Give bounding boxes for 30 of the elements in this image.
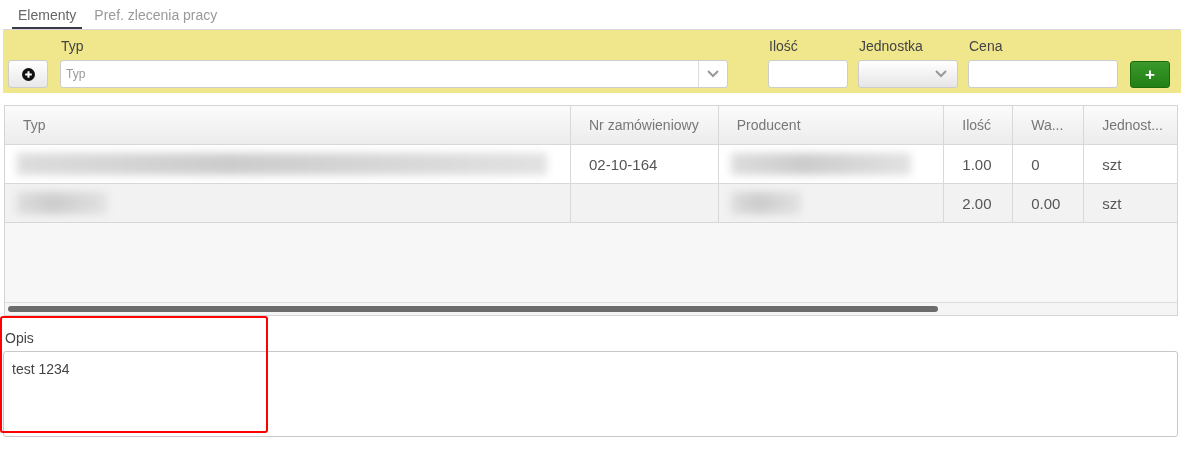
table-cell: 0 xyxy=(1031,155,1040,173)
field-label: Typ xyxy=(60,38,85,54)
table-cell: szt xyxy=(1102,194,1122,212)
field-label: Ilość xyxy=(768,38,799,54)
add-button[interactable]: + xyxy=(1130,61,1170,88)
unit-dropdown[interactable] xyxy=(858,60,958,88)
add-row-button[interactable] xyxy=(8,60,48,88)
scrollbar-thumb[interactable] xyxy=(8,306,938,312)
tab[interactable]: Pref. zlecenia pracy xyxy=(88,5,224,29)
column-header[interactable]: Wa... xyxy=(1013,106,1085,144)
column-header[interactable]: Typ xyxy=(5,106,571,144)
column-header[interactable]: Ilość xyxy=(944,106,1014,144)
table-cell: 2.00 xyxy=(962,194,992,212)
column-header[interactable]: Producent xyxy=(718,106,945,144)
chevron-down-icon xyxy=(935,70,947,78)
column-header[interactable]: Nr zamówieniowy xyxy=(570,106,719,144)
field-label: Cena xyxy=(968,38,1004,54)
chevron-down-icon xyxy=(707,70,719,78)
description-field[interactable]: test 1234 xyxy=(3,351,1178,437)
table-cell: 02-10-164 xyxy=(588,155,658,173)
table-cell: 0.00 xyxy=(1031,194,1061,212)
plus-circle-icon xyxy=(21,67,35,81)
column-header[interactable]: Jednost... xyxy=(1084,106,1177,144)
field-label: Jednostka xyxy=(858,38,924,54)
field-label: Opis xyxy=(4,330,35,348)
type-combo-field[interactable]: Typ xyxy=(60,60,728,88)
table-cell: szt xyxy=(1102,155,1122,173)
input-field[interactable] xyxy=(968,60,1118,88)
table-cell: 1.00 xyxy=(962,155,992,173)
input-field[interactable] xyxy=(768,60,848,88)
